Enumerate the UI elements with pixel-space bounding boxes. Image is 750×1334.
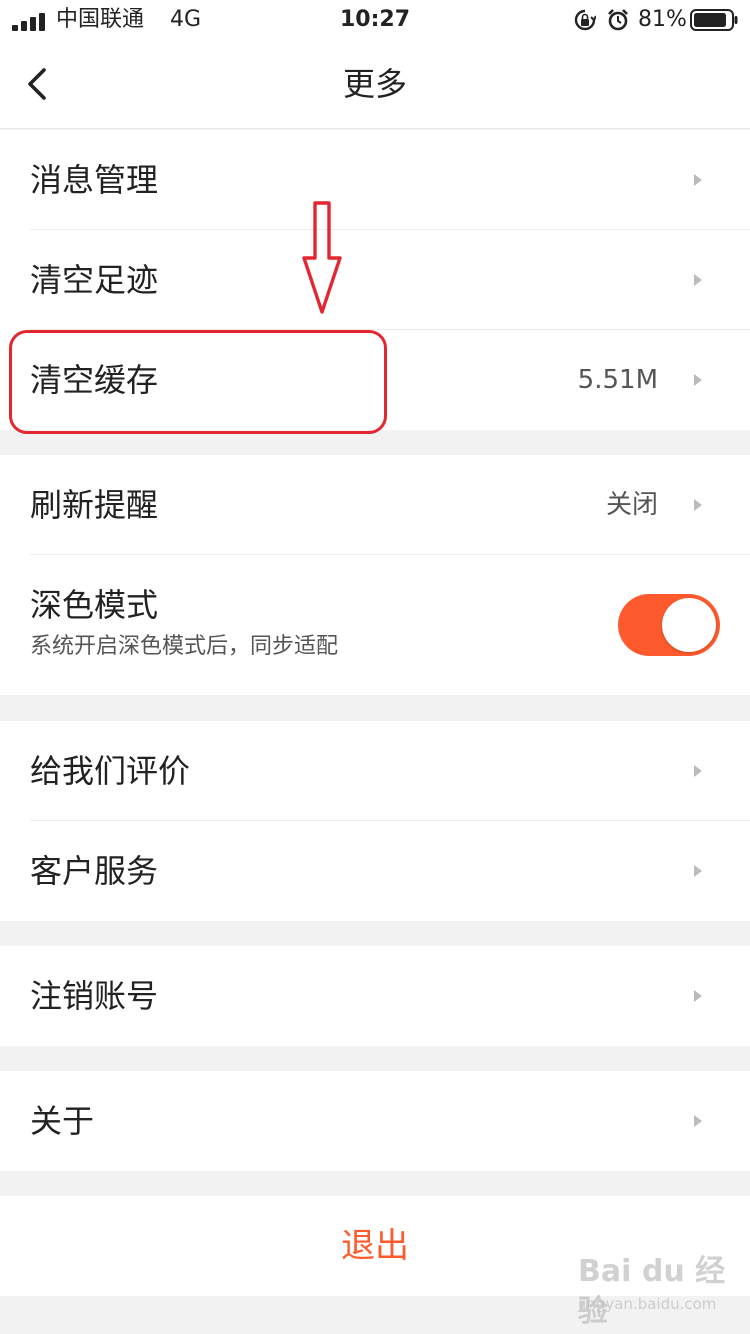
dark-mode-toggle[interactable] <box>618 594 720 656</box>
annotation-down-arrow-icon <box>302 201 342 314</box>
menu-item-label: 注销账号 <box>30 977 159 1015</box>
watermark-url: jingyan.baidu.com <box>578 1295 717 1313</box>
settings-group-feedback: 给我们评价 客户服务 <box>0 721 750 921</box>
chevron-right-icon <box>694 274 702 286</box>
menu-item-about[interactable]: 关于 <box>0 1071 750 1171</box>
chevron-right-icon <box>694 765 702 777</box>
chevron-right-icon <box>694 374 702 386</box>
page-title: 更多 <box>342 65 407 103</box>
chevron-right-icon <box>694 990 702 1002</box>
menu-item-dark-mode: 深色模式 系统开启深色模式后，同步适配 <box>0 555 750 695</box>
cache-size-value: 5.51M <box>577 365 658 395</box>
toggle-knob <box>662 598 716 652</box>
menu-item-customer-service[interactable]: 客户服务 <box>0 821 750 921</box>
alarm-icon <box>608 9 628 31</box>
menu-item-refresh-reminder[interactable]: 刷新提醒 关闭 <box>0 455 750 555</box>
menu-item-message-management[interactable]: 消息管理 <box>0 130 750 230</box>
nav-bar: 更多 <box>0 40 750 129</box>
chevron-right-icon <box>694 1115 702 1127</box>
menu-item-label: 给我们评价 <box>30 752 191 790</box>
status-bar: 中国联通 4G 10:27 81% <box>0 0 750 40</box>
dark-mode-description: 系统开启深色模式后，同步适配 <box>30 634 339 659</box>
menu-item-label: 深色模式 <box>30 586 159 624</box>
menu-item-label: 客户服务 <box>30 852 159 890</box>
chevron-right-icon <box>694 865 702 877</box>
annotation-highlight-box <box>9 330 387 434</box>
settings-group-display: 刷新提醒 关闭 深色模式 系统开启深色模式后，同步适配 <box>0 455 750 695</box>
settings-group-about: 关于 <box>0 1071 750 1171</box>
menu-item-label: 消息管理 <box>30 161 159 199</box>
settings-group-account: 注销账号 <box>0 946 750 1046</box>
menu-item-label: 关于 <box>30 1102 95 1140</box>
rotation-lock-icon <box>574 9 596 31</box>
menu-item-label: 清空足迹 <box>30 261 159 299</box>
chevron-right-icon <box>694 499 702 511</box>
menu-item-clear-history[interactable]: 清空足迹 <box>0 230 750 330</box>
menu-item-rate-us[interactable]: 给我们评价 <box>0 721 750 821</box>
watermark-logo-text: Bai du 经验 <box>578 1254 726 1329</box>
menu-item-label: 刷新提醒 <box>30 486 159 524</box>
menu-item-deactivate-account[interactable]: 注销账号 <box>0 946 750 1046</box>
watermark: Bai du 经验 jingyan.baidu.com <box>578 1252 738 1329</box>
chevron-right-icon <box>694 174 702 186</box>
battery-icon <box>690 9 738 31</box>
battery-percent: 81% <box>638 7 687 32</box>
refresh-reminder-value: 关闭 <box>605 490 658 520</box>
